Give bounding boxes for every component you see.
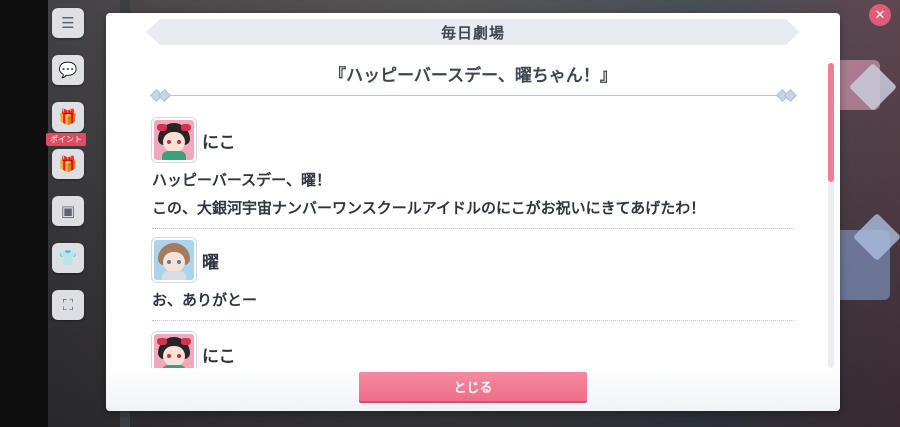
dialogue-entry: 曜 お、ありがとー (152, 238, 794, 321)
speaker-row: 曜 (152, 238, 794, 282)
right-decoration: ✕ (842, 0, 900, 427)
close-icon[interactable]: ✕ (869, 4, 891, 26)
dialogue-line: この、大銀河宇宙ナンバーワンスクールアイドルのにこがお祝いにきてあげたわ！ (152, 199, 706, 217)
chat-icon[interactable]: 💬 (52, 55, 84, 85)
scrollbar[interactable] (828, 63, 834, 368)
daily-theater-dialog: 毎日劇場 『ハッピーバースデー、曜ちゃん！』 にこ ハッピーバースデー、曜！ こ… (106, 13, 840, 411)
nico-avatar (152, 118, 196, 162)
speaker-name: にこ (202, 346, 236, 367)
dialogue-entry: にこ ハッピーバースデー、曜！ この、大銀河宇宙ナンバーワンスクールアイドルのに… (152, 118, 794, 229)
theater-icon[interactable]: ▣ (52, 196, 84, 226)
story-title: 『ハッピーバースデー、曜ちゃん！』 (329, 66, 617, 86)
dialogue-line: ハッピーバースデー、曜！ (152, 171, 331, 189)
menu-icon[interactable]: ☰ (52, 8, 84, 38)
dialog-footer: とじる (106, 368, 840, 411)
speaker-name: 曜 (202, 252, 219, 273)
diamond-decoration (848, 62, 898, 112)
entry-separator (152, 320, 794, 321)
you-avatar (152, 238, 196, 282)
side-menu: ☰ 💬 🎁 🎁 ▣ 👕 ⛶ (52, 8, 88, 337)
diamond-decoration (852, 212, 900, 262)
phone-bezel-left (0, 0, 48, 427)
scroll-thumb[interactable] (828, 63, 834, 182)
entry-separator (152, 228, 794, 229)
divider-diamond (158, 89, 171, 102)
present-icon[interactable]: 🎁 (52, 102, 84, 132)
fullscreen-icon[interactable]: ⛶ (52, 290, 84, 320)
close-button[interactable]: とじる (359, 372, 587, 401)
divider-diamond (784, 89, 797, 102)
title-divider (150, 89, 797, 102)
speaker-row: にこ (152, 118, 794, 162)
costume-icon[interactable]: 👕 (52, 243, 84, 273)
story-content[interactable]: 『ハッピーバースデー、曜ちゃん！』 にこ ハッピーバースデー、曜！ この、大銀河… (106, 51, 840, 381)
gift-icon[interactable]: 🎁 (52, 149, 84, 179)
dialogue-line: お、ありがとー (152, 291, 258, 309)
point-tag: ポイント (46, 133, 86, 146)
speaker-name: にこ (202, 132, 236, 153)
dialog-title: 毎日劇場 (146, 19, 800, 45)
